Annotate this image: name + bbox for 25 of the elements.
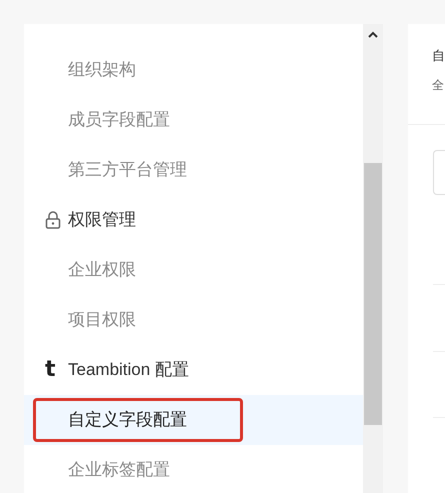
sidebar-item[interactable]: 项目权限 bbox=[24, 295, 363, 345]
sidebar-item-label: Teambition 配置 bbox=[68, 359, 189, 382]
sidebar-item[interactable]: 成员字段配置 bbox=[24, 95, 363, 145]
sidebar-item-label: 企业权限 bbox=[68, 259, 136, 282]
logo-icon: t bbox=[45, 360, 56, 380]
sidebar-item[interactable]: 第三方平台管理 bbox=[24, 145, 363, 195]
sidebar-item[interactable]: 权限管理 bbox=[24, 195, 363, 245]
sidebar-item-label: 自定义字段配置 bbox=[68, 409, 187, 432]
sidebar-item[interactable]: t Teambition 配置 bbox=[24, 345, 363, 395]
sidebar-item[interactable]: 自定义字段配置 bbox=[24, 395, 363, 445]
page-description: 全 bbox=[432, 77, 445, 94]
sidebar-item[interactable]: 企业权限 bbox=[24, 245, 363, 295]
sidebar-item-label: 组织架构 bbox=[68, 59, 136, 82]
sidebar-item-label: 企业标签配置 bbox=[68, 459, 170, 482]
lock-icon bbox=[45, 211, 61, 229]
sidebar-item[interactable]: 企业标签配置 bbox=[24, 445, 363, 493]
sidebar-item-label: 权限管理 bbox=[68, 209, 136, 232]
sidebar-item[interactable]: 组织架构 bbox=[24, 45, 363, 95]
page-title: 自 bbox=[432, 47, 445, 65]
sidebar-item-label: 成员字段配置 bbox=[68, 109, 170, 132]
sidebar-item-label: 第三方平台管理 bbox=[68, 159, 187, 182]
input-field[interactable] bbox=[433, 150, 445, 195]
scrollbar-thumb[interactable] bbox=[364, 163, 382, 425]
scrollbar-track[interactable] bbox=[363, 24, 383, 493]
sidebar-item-label: 项目权限 bbox=[68, 309, 136, 332]
